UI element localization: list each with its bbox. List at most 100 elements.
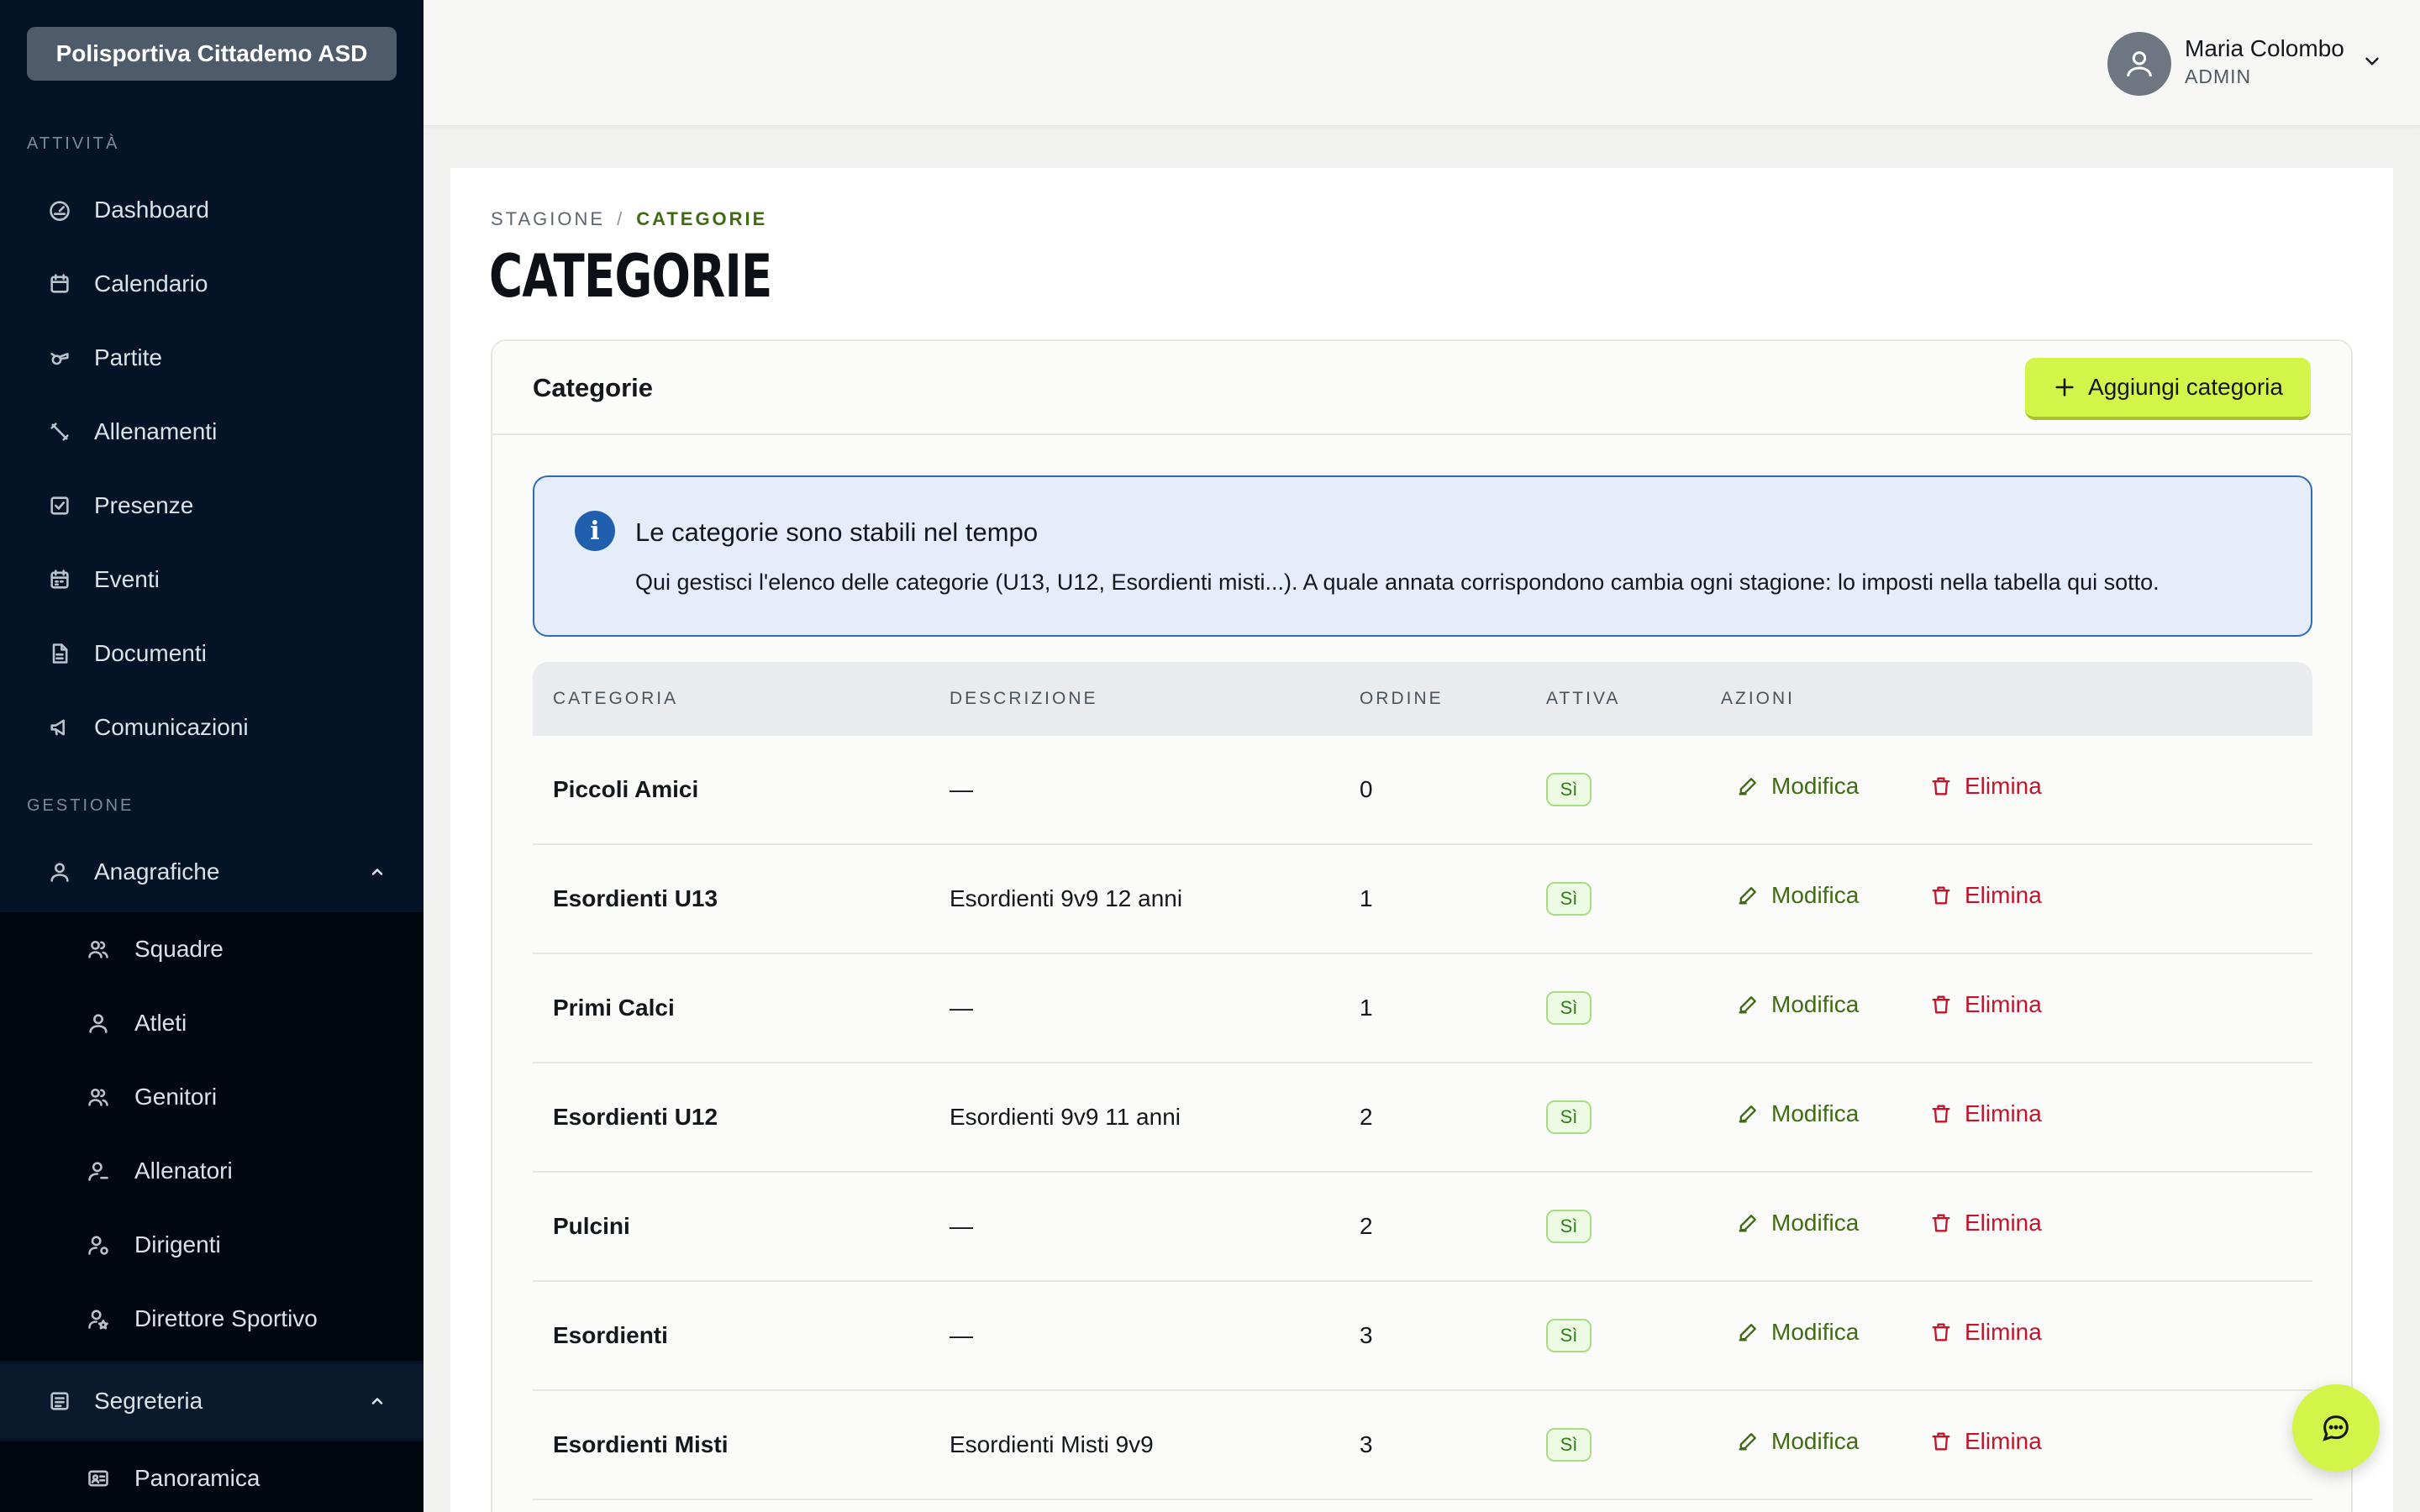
sidebar-item-label: Dashboard [94,197,209,223]
trash-icon [1929,993,1953,1016]
sidebar-item-allenamenti[interactable]: Allenamenti [0,395,424,469]
edit-button[interactable]: Modifica [1736,882,1859,909]
pencil-icon [1736,993,1760,1016]
edit-button[interactable]: Modifica [1736,1319,1859,1346]
category-order: 3 [1360,1322,1373,1348]
category-name: Esordienti Misti [553,1431,729,1457]
sidebar-item-label: Direttore Sportivo [134,1305,318,1331]
sidebar-item-label: Presenze [94,492,194,518]
alert-title: Le categorie sono stabili nel tempo [635,517,1039,547]
pencil-icon [1736,1430,1760,1453]
category-name: Pulcini [553,1213,630,1239]
edit-button[interactable]: Modifica [1736,1100,1859,1127]
sidebar-item-eventi[interactable]: Eventi [0,543,424,617]
sidebar-item-label: Allenatori [134,1158,233,1184]
sidebar-item-panoramica[interactable]: Panoramica [0,1441,424,1512]
table-row: Esordienti Misti Esordienti Misti 9v9 3 Sì M… [533,1391,2312,1500]
delete-button[interactable]: Elimina [1929,882,2042,909]
sidebar-item-dashboard[interactable]: Dashboard [0,173,424,247]
column-header-attiva: ATTIVA [1546,689,1621,708]
table-header: CATEGORIA DESCRIZIONE ORDINE ATTIVA AZIO… [533,662,2312,736]
category-description: — [950,995,973,1021]
gauge-icon [47,197,72,223]
sidebar-item-allenatori[interactable]: Allenatori [0,1134,424,1208]
delete-button[interactable]: Elimina [1929,1100,2042,1127]
sidebar-item-comunicazioni[interactable]: Comunicazioni [0,690,424,764]
delete-button[interactable]: Elimina [1929,1210,2042,1236]
document-icon [47,641,72,666]
trash-icon [1929,1102,1953,1126]
breadcrumb-parent[interactable]: STAGIONE [491,208,605,229]
sidebar-item-squadre[interactable]: Squadre [0,912,424,986]
sidebar-item-direttore-sportivo[interactable]: Direttore Sportivo [0,1282,424,1356]
info-icon: i [575,511,615,551]
user-icon [47,859,72,885]
chat-button[interactable] [2292,1384,2380,1472]
status-badge: Sì [1546,1319,1591,1352]
sidebar-item-dirigenti[interactable]: Dirigenti [0,1208,424,1282]
sidebar-item-label: Atleti [134,1010,187,1036]
category-description: — [950,1322,973,1348]
edit-label: Modifica [1771,1428,1860,1454]
checkbox-icon [47,493,72,518]
add-category-button[interactable]: Aggiungi categoria [2025,358,2311,420]
edit-label: Modifica [1771,1319,1860,1345]
table-row: Pulcini — 2 Sì Modifica Elimina [533,1173,2312,1282]
sidebar-item-anagrafiche[interactable]: Anagrafiche [0,835,424,909]
breadcrumb-current: CATEGORIE [636,208,768,229]
calendar-event-icon [47,567,72,592]
category-order: 2 [1360,1213,1373,1239]
sidebar-item-atleti[interactable]: Atleti [0,986,424,1060]
sidebar-item-label: Segreteria [94,1388,203,1414]
trash-icon [1929,774,1953,798]
user-name[interactable]: Maria Colombo [2185,35,2344,62]
chevron-down-icon[interactable] [2361,50,2383,72]
sidebar-item-segreteria[interactable]: Segreteria [0,1364,424,1438]
sidebar-item-label: Allenamenti [94,418,218,444]
sidebar-item-presenze[interactable]: Presenze [0,469,424,543]
status-badge: Sì [1546,1100,1591,1134]
info-alert: i Le categorie sono stabili nel tempo Qu… [533,475,2312,637]
whistle-icon [47,345,72,370]
sidebar-item-documenti[interactable]: Documenti [0,617,424,690]
org-name: Polisportiva Cittademo ASD [55,40,368,66]
category-description: Esordienti Misti 9v9 [950,1431,1154,1457]
edit-button[interactable]: Modifica [1736,773,1859,800]
sidebar-item-label: Squadre [134,936,224,962]
edit-button[interactable]: Modifica [1736,1428,1859,1455]
delete-button[interactable]: Elimina [1929,773,2042,800]
category-description: Esordienti 9v9 11 anni [950,1104,1181,1130]
sidebar-item-label: Calendario [94,270,208,297]
edit-button[interactable]: Modifica [1736,991,1859,1018]
sidebar-item-calendario[interactable]: Calendario [0,247,424,321]
chat-bubble-icon [2323,1415,2349,1441]
category-order: 1 [1360,995,1373,1021]
main-content: STAGIONE / CATEGORIE CATEGORIE Categorie A… [450,168,2393,1512]
table-row: Piccoli Amici — 0 Sì Modifica Elimina [533,736,2312,845]
status-badge: Sì [1546,882,1591,916]
sidebar-item-genitori[interactable]: Genitori [0,1060,424,1134]
pencil-icon [1736,1102,1760,1126]
column-header-descrizione: DESCRIZIONE [950,689,1098,708]
status-badge: Sì [1546,1210,1591,1243]
category-name: Piccoli Amici [553,776,699,802]
delete-label: Elimina [1965,1428,2042,1454]
delete-button[interactable]: Elimina [1929,1319,2042,1346]
sidebar: Polisportiva Cittademo ASD ATTIVITÀ Dash… [0,0,424,1512]
card-title: Categorie [533,373,653,402]
status-badge: Sì [1546,991,1591,1025]
avatar[interactable] [2107,32,2171,96]
anagrafiche-submenu: Squadre Atleti Genitori Allenatori Dirig… [0,912,424,1361]
sidebar-item-partite[interactable]: Partite [0,321,424,395]
trash-icon [1929,1320,1953,1344]
org-switcher[interactable]: Polisportiva Cittademo ASD [27,27,397,81]
sidebar-item-label: Panoramica [134,1465,260,1491]
column-header-azioni: AZIONI [1721,689,1796,708]
table-row: Primi Calci — 1 Sì Modifica Elimina [533,954,2312,1063]
sidebar-item-label: Genitori [134,1084,218,1110]
edit-button[interactable]: Modifica [1736,1210,1859,1236]
calendar-icon [47,271,72,297]
delete-button[interactable]: Elimina [1929,1428,2042,1455]
delete-button[interactable]: Elimina [1929,991,2042,1018]
user-icon [86,1011,111,1036]
